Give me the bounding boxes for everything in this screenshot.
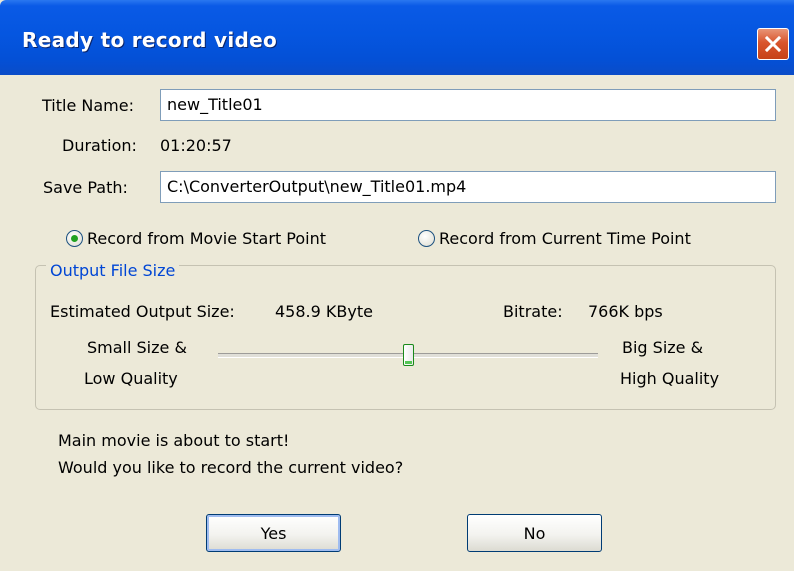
duration-value: 01:20:57 <box>160 136 232 155</box>
dialog-body: Title Name: new_Title01 Duration: 01:20:… <box>0 75 794 571</box>
slider-max-label-line1: Big Size & <box>622 338 704 357</box>
estimated-size-value: 458.9 KByte <box>275 302 373 321</box>
duration-label: Duration: <box>62 136 137 155</box>
no-button[interactable]: No <box>467 514 602 552</box>
record-current-option[interactable]: Record from Current Time Point <box>418 229 691 248</box>
dialog-window: Ready to record video Title Name: new_Ti… <box>0 0 794 571</box>
bitrate-label: Bitrate: <box>503 302 563 321</box>
record-current-label: Record from Current Time Point <box>439 229 691 248</box>
record-start-option[interactable]: Record from Movie Start Point <box>66 229 326 248</box>
close-button[interactable] <box>757 28 789 60</box>
yes-button[interactable]: Yes <box>206 514 341 552</box>
dialog-title: Ready to record video <box>22 28 278 52</box>
radio-selected-dot <box>71 235 78 242</box>
message-line-2: Would you like to record the current vid… <box>58 458 404 477</box>
slider-min-label-line1: Small Size & <box>87 338 187 357</box>
title-bar[interactable]: Ready to record video <box>0 0 794 75</box>
message-line-1: Main movie is about to start! <box>58 431 290 450</box>
slider-min-label-line2: Low Quality <box>84 369 178 388</box>
title-name-label: Title Name: <box>42 96 134 115</box>
close-icon <box>764 35 782 53</box>
estimated-size-label: Estimated Output Size: <box>50 302 235 321</box>
record-current-radio[interactable] <box>418 230 435 247</box>
record-start-label: Record from Movie Start Point <box>87 229 327 248</box>
save-path-label: Save Path: <box>43 178 128 197</box>
save-path-input[interactable]: C:\ConverterOutput\new_Title01.mp4 <box>160 171 776 203</box>
record-start-radio[interactable] <box>66 230 83 247</box>
slider-max-label-line2: High Quality <box>620 369 720 388</box>
title-name-input[interactable]: new_Title01 <box>160 89 776 121</box>
output-file-size-legend: Output File Size <box>46 261 180 280</box>
quality-slider-thumb[interactable] <box>402 344 414 366</box>
bitrate-value: 766K bps <box>588 302 663 321</box>
